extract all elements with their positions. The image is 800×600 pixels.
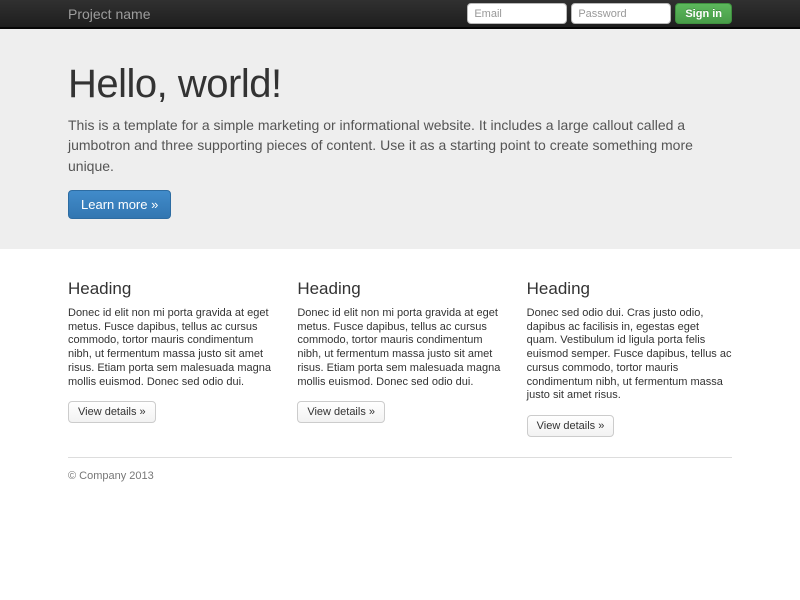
column-heading: Heading xyxy=(68,278,132,298)
copyright-text: © Company 2013 xyxy=(68,470,154,483)
column-body-text: Donec id elit non mi porta gravida at eg… xyxy=(68,306,271,388)
footer-divider xyxy=(68,457,732,459)
page-footer: © Company 2013 xyxy=(68,457,732,482)
password-field[interactable] xyxy=(571,3,672,24)
email-field[interactable] xyxy=(467,3,568,24)
learn-more-button[interactable]: Learn more » xyxy=(68,189,172,219)
marketing-columns: Heading Donec id elit non mi porta gravi… xyxy=(68,278,732,438)
view-details-button-2[interactable]: View details » xyxy=(297,401,385,424)
sign-in-button[interactable]: Sign in xyxy=(675,3,732,24)
column-heading: Heading xyxy=(297,278,361,298)
jumbotron-description: This is a template for a simple marketin… xyxy=(68,117,693,174)
top-navbar: Project name Sign in xyxy=(0,0,800,29)
marketing-column-2: Heading Donec id elit non mi porta gravi… xyxy=(297,279,502,437)
jumbotron-title: Hello, world! xyxy=(68,62,282,106)
navbar-brand-link[interactable]: Project name xyxy=(68,6,150,22)
column-body-text: Donec id elit non mi porta gravida at eg… xyxy=(297,306,501,388)
jumbotron: Hello, world! This is a template for a s… xyxy=(0,29,800,249)
marketing-column-3: Heading Donec sed odio dui. Cras justo o… xyxy=(526,278,732,438)
column-heading: Heading xyxy=(526,278,590,298)
signin-form: Sign in xyxy=(467,3,732,24)
view-details-button-3[interactable]: View details » xyxy=(526,415,615,438)
marketing-column-1: Heading Donec id elit non mi porta gravi… xyxy=(68,279,273,437)
view-details-button-1[interactable]: View details » xyxy=(68,401,156,424)
column-body-text: Donec sed odio dui. Cras justo odio, dap… xyxy=(526,306,732,402)
